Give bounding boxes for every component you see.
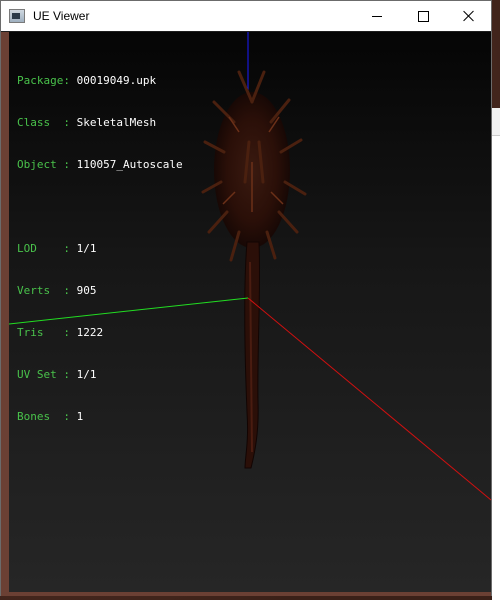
minimize-icon [372,15,382,17]
maximize-icon [417,10,429,22]
class-value: SkeletalMesh [76,116,157,129]
ue-viewer-app-icon[interactable] [9,9,25,23]
class-label: Class : [17,116,70,129]
window-left-border [1,32,9,592]
uvset-label: UV Set : [17,368,70,381]
lod-label: LOD : [17,242,70,255]
minimize-button[interactable] [354,1,400,31]
background-window-toolbar [492,108,500,136]
verts-label: Verts : [17,284,70,297]
ue-viewer-window: UE Viewer Package: 00019049.upk Class: … [0,0,492,596]
package-label: Package: [17,74,70,87]
title-bar[interactable]: UE Viewer [1,1,491,31]
close-button[interactable] [446,1,492,31]
bones-label: Bones : [17,410,70,423]
background-window-edge [492,108,500,600]
window-bottom-border [1,592,491,596]
tris-label: Tris : [17,326,70,339]
package-value: 00019049.upk [76,74,157,87]
object-value: 110057_Autoscale [76,158,183,171]
verts-value: 905 [76,284,97,297]
maximize-button[interactable] [400,1,446,31]
close-icon [463,10,475,22]
mesh-info-overlay: Package: 00019049.upk Class : SkeletalMe… [17,46,183,452]
bones-value: 1 [76,410,84,423]
tris-value: 1222 [76,326,104,339]
uvset-value: 1/1 [76,368,97,381]
3d-viewport[interactable]: Package: 00019049.upk Class : SkeletalMe… [9,32,491,592]
lod-value: 1/1 [76,242,97,255]
window-title: UE Viewer [33,9,90,23]
object-label: Object : [17,158,70,171]
skeletal-mesh-model [201,70,307,469]
x-axis-line [247,297,491,501]
